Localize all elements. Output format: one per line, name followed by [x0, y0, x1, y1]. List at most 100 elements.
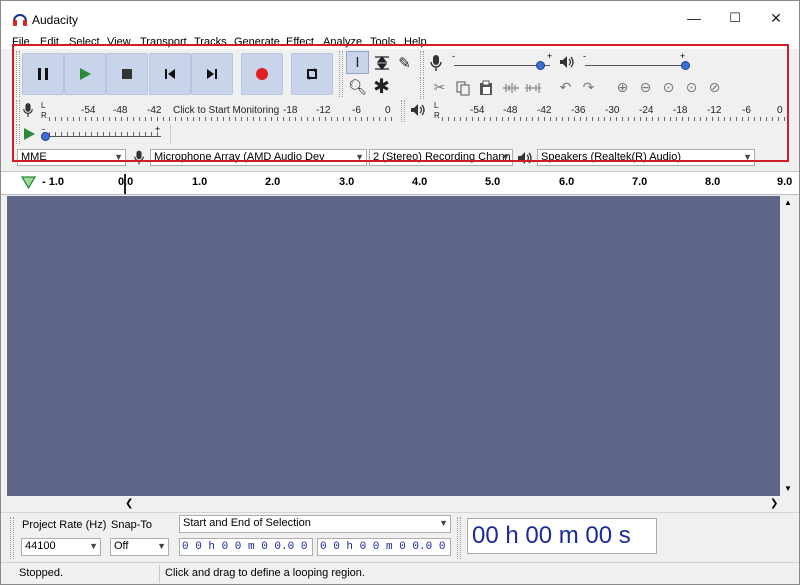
zoom-tool-icon[interactable]: 🔍︎	[346, 75, 369, 98]
toolbar-grip[interactable]	[339, 51, 343, 97]
menu-bar: File Edit Select View Transport Tracks G…	[1, 35, 799, 49]
multi-tool-icon[interactable]: ✱	[370, 75, 393, 98]
audio-host-select[interactable]: MME ▼	[17, 149, 126, 166]
project-rate-select[interactable]: 44100 ▼	[21, 538, 101, 556]
status-hint: Click and drag to define a looping regio…	[165, 567, 365, 579]
recording-device-select[interactable]: Microphone Array (AMD Audio Dev ▼	[150, 149, 367, 166]
recording-channels-select[interactable]: 2 (Stereo) Recording Chann ▼	[369, 149, 513, 166]
scroll-up-icon[interactable]: ▲	[784, 198, 792, 207]
undo-icon[interactable]: ↶	[554, 76, 577, 99]
timeline-ruler[interactable]: - 1.0 0.0 1.0 2.0 3.0 4.0 5.0 6.0 7.0 8.…	[1, 171, 799, 195]
play-icon	[80, 68, 91, 80]
trim-audio-icon[interactable]	[499, 76, 522, 99]
scroll-right-icon[interactable]: ❯	[770, 498, 778, 509]
play-volume-knob[interactable]	[681, 61, 690, 70]
menu-transport[interactable]: Transport	[140, 36, 187, 48]
menu-tools[interactable]: Tools	[370, 36, 396, 48]
draw-tool-icon[interactable]: ✎	[393, 51, 416, 74]
window-title: Audacity	[32, 13, 79, 27]
toolbar-grip[interactable]	[16, 100, 20, 122]
stop-button[interactable]	[106, 53, 148, 95]
audio-position-time[interactable]: 00 h 00 m 00 s	[467, 518, 657, 554]
scroll-down-icon[interactable]: ▼	[784, 484, 792, 493]
record-meter-mic-icon[interactable]	[22, 101, 34, 119]
toolbar-grip[interactable]	[401, 100, 405, 122]
minimize-button[interactable]: —	[673, 1, 715, 35]
record-icon	[256, 68, 268, 80]
ruler-label: 3.0	[339, 176, 355, 188]
menu-effect[interactable]: Effect	[286, 36, 314, 48]
menu-file[interactable]: File	[12, 36, 30, 48]
toolbar-grip[interactable]	[16, 124, 20, 144]
ruler-label: 7.0	[632, 176, 648, 188]
chevron-down-icon: ▼	[501, 152, 510, 162]
zoom-out-icon[interactable]: ⊖	[634, 76, 657, 99]
skip-to-end-button[interactable]	[191, 53, 233, 95]
ruler-label: 1.0	[192, 176, 208, 188]
skip-start-icon	[165, 69, 175, 79]
redo-icon[interactable]: ↷	[577, 76, 600, 99]
play-meter-speaker-icon[interactable]	[410, 103, 426, 117]
envelope-tool-icon[interactable]	[370, 51, 393, 74]
track-panel[interactable]	[7, 196, 780, 496]
maximize-button[interactable]: ☐	[714, 1, 756, 35]
snap-to-select[interactable]: Off ▼	[110, 538, 169, 556]
stop-icon	[122, 69, 132, 79]
zoom-toggle-icon[interactable]: ⊘	[703, 76, 726, 99]
pause-icon	[38, 68, 48, 80]
meter-right-label: R	[434, 111, 440, 120]
play-at-speed-icon[interactable]	[22, 127, 36, 141]
menu-help[interactable]: Help	[404, 36, 427, 48]
ruler-label: 2.0	[265, 176, 281, 188]
play-button[interactable]	[64, 53, 106, 95]
ruler-label: - 1.0	[42, 176, 65, 188]
selection-tool-icon[interactable]: I	[346, 51, 369, 74]
play-speed-knob[interactable]	[41, 132, 50, 141]
menu-edit[interactable]: Edit	[40, 36, 59, 48]
record-button[interactable]	[241, 53, 283, 95]
microphone-icon	[134, 150, 144, 165]
vertical-scrollbar[interactable]: ▲ ▼	[780, 196, 797, 496]
skip-to-start-button[interactable]	[149, 53, 191, 95]
play-speed-slider[interactable]	[43, 136, 161, 137]
fit-project-icon[interactable]: ⊙	[680, 76, 703, 99]
cut-icon[interactable]: ✂	[428, 76, 451, 99]
toolbar-grip[interactable]	[420, 51, 424, 75]
loop-button[interactable]	[291, 53, 333, 95]
record-volume-max: +	[547, 51, 553, 61]
zoom-in-icon[interactable]: ⊕	[611, 76, 634, 99]
start-monitoring-label: Click to Start Monitoring	[173, 105, 280, 116]
menu-generate[interactable]: Generate	[234, 36, 280, 48]
scroll-left-icon[interactable]: ❮	[125, 498, 133, 509]
selection-end-time[interactable]: 0 0 h 0 0 m 0 0.0 0 0 s	[317, 538, 451, 556]
timeline-pin-icon[interactable]	[21, 176, 36, 189]
fit-selection-icon[interactable]: ⊙	[657, 76, 680, 99]
play-volume-max: +	[680, 51, 686, 61]
play-meter-ticks	[442, 117, 786, 121]
horizontal-scrollbar[interactable]: ❮ ❯	[7, 496, 780, 512]
status-state: Stopped.	[19, 567, 64, 579]
selection-mode-select[interactable]: Start and End of Selection ▼	[179, 515, 451, 533]
menu-tracks[interactable]: Tracks	[194, 36, 227, 48]
play-volume-slider[interactable]	[585, 65, 685, 66]
meter-left-label: L	[41, 101, 46, 110]
copy-icon[interactable]	[451, 76, 474, 99]
snap-to-label: Snap-To	[111, 519, 152, 531]
silence-audio-icon[interactable]	[521, 76, 544, 99]
menu-analyze[interactable]: Analyze	[323, 36, 362, 48]
playback-device-select[interactable]: Speakers (Realtek(R) Audio) ▼	[537, 149, 755, 166]
menu-view[interactable]: View	[107, 36, 131, 48]
selection-start-time[interactable]: 0 0 h 0 0 m 0 0.0 0 0 s	[179, 538, 313, 556]
chevron-down-icon: ▼	[355, 152, 364, 162]
toolbar-grip[interactable]	[16, 51, 20, 97]
pause-button[interactable]	[22, 53, 64, 95]
menu-select[interactable]: Select	[69, 36, 100, 48]
project-rate-label: Project Rate (Hz)	[22, 519, 107, 531]
toolbar-grip[interactable]	[457, 517, 461, 559]
paste-icon[interactable]	[474, 76, 497, 99]
record-volume-knob[interactable]	[536, 61, 545, 70]
toolbar-grip[interactable]	[420, 77, 424, 99]
toolbar-grip[interactable]	[10, 517, 14, 559]
title-bar: Audacity — ☐ ✕	[1, 1, 799, 35]
close-button[interactable]: ✕	[755, 1, 797, 35]
